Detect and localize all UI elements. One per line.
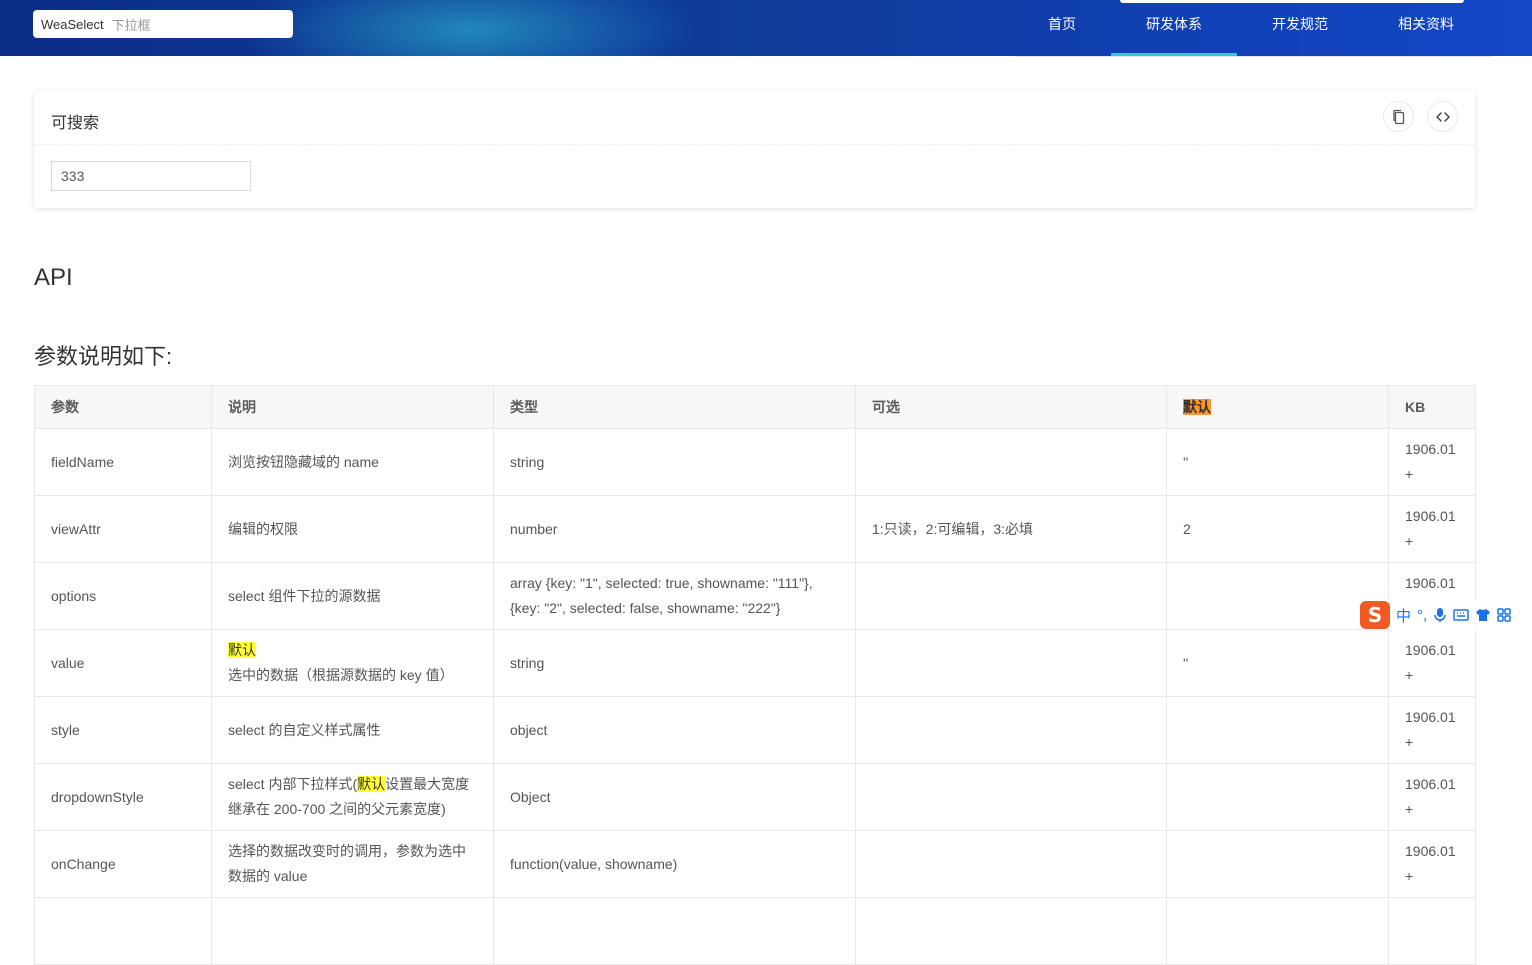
cell-desc: select 内部下拉样式(默认设置最大宽度继承在 200-700 之间的父元素…	[211, 763, 494, 831]
ime-language-toggle[interactable]: 中	[1396, 605, 1411, 626]
cell-type: Object	[493, 763, 856, 831]
cell-desc: select 的自定义样式属性	[211, 696, 494, 764]
cell-desc: 默认选中的数据（根据源数据的 key 值）	[211, 629, 494, 697]
cell-default	[1166, 763, 1389, 831]
cell-kb: 1906.01 +	[1388, 696, 1476, 764]
cell-param: fieldName	[34, 428, 212, 496]
table-row: onChange 选择的数据改变时的调用，参数为选中数据的 value func…	[34, 830, 1476, 898]
demo-divider	[34, 144, 1475, 145]
cell-type: function(value, showname)	[493, 830, 856, 898]
microphone-icon[interactable]	[1433, 607, 1447, 623]
cell-type: string	[493, 629, 856, 697]
cell-kb: 1906.01 +	[1388, 763, 1476, 831]
searchable-select[interactable]: 333	[51, 161, 251, 191]
keyboard-icon[interactable]	[1453, 608, 1469, 622]
cell-default: 2	[1166, 495, 1389, 563]
cell-options: 1:只读，2:可编辑，3:必填	[855, 495, 1167, 563]
cell-desc: 编辑的权限	[211, 495, 494, 563]
col-header-desc: 说明	[211, 385, 494, 429]
cell-default	[1166, 897, 1389, 965]
cell-options	[855, 696, 1167, 764]
cell-options	[855, 562, 1167, 630]
cell-param: dropdownStyle	[34, 763, 212, 831]
cell-type: array {key: "1", selected: true, shownam…	[493, 562, 856, 630]
show-code-button[interactable]	[1427, 101, 1458, 132]
cell-param: style	[34, 696, 212, 764]
cell-param: viewAttr	[34, 495, 212, 563]
cell-type: object	[493, 696, 856, 764]
sogou-logo-icon[interactable]: S	[1360, 601, 1390, 629]
cell-kb	[1388, 897, 1476, 965]
copy-icon	[1392, 109, 1404, 124]
cell-kb: 1906.01 +	[1388, 495, 1476, 563]
cell-options	[855, 428, 1167, 496]
search-highlight: 默认	[357, 776, 386, 792]
cell-desc: 浏览按钮隐藏域的 name	[211, 428, 494, 496]
cell-options	[855, 763, 1167, 831]
top-navigation-bar: WeaSelect 下拉框 首页 研发体系 开发规范 相关资料	[0, 0, 1532, 56]
col-header-param: 参数	[34, 385, 212, 429]
nav-item-resources[interactable]: 相关资料	[1376, 0, 1476, 56]
cell-desc	[211, 897, 494, 965]
col-header-type: 类型	[493, 385, 856, 429]
cell-type: number	[493, 495, 856, 563]
cell-kb: 1906.01 +	[1388, 428, 1476, 496]
cell-desc: 选择的数据改变时的调用，参数为选中数据的 value	[211, 830, 494, 898]
search-highlight: 默认	[1183, 399, 1211, 415]
table-row: options select 组件下拉的源数据 array {key: "1",…	[34, 562, 1476, 630]
cell-param	[34, 897, 212, 965]
cell-type	[493, 897, 856, 965]
cell-param: onChange	[34, 830, 212, 898]
params-heading: 参数说明如下:	[34, 344, 173, 369]
cell-default	[1166, 830, 1389, 898]
table-row: style select 的自定义样式属性 object 1906.01 +	[34, 696, 1476, 764]
col-header-kb: KB	[1388, 385, 1476, 429]
cell-options	[855, 830, 1167, 898]
nav-item-rd-system[interactable]: 研发体系	[1111, 0, 1237, 56]
cell-default	[1166, 696, 1389, 764]
punctuation-icon[interactable]: °,	[1417, 607, 1427, 624]
demo-card: 可搜索 333	[34, 91, 1475, 208]
col-header-options: 可选	[855, 385, 1167, 429]
cell-default	[1166, 562, 1389, 630]
api-table: 参数 说明 类型 可选 默认 KB fieldName 浏览按钮隐藏域的 nam…	[34, 385, 1476, 965]
search-placeholder: 下拉框	[111, 17, 151, 33]
cell-options	[855, 897, 1167, 965]
grid-icon[interactable]	[1497, 608, 1511, 622]
copy-code-button[interactable]	[1383, 101, 1414, 132]
table-row: fieldName 浏览按钮隐藏域的 name string '' 1906.0…	[34, 428, 1476, 496]
header-divider	[1015, 56, 1490, 57]
search-highlight: 默认	[228, 642, 256, 658]
table-row: value 默认选中的数据（根据源数据的 key 值） string '' 19…	[34, 629, 1476, 697]
cell-param: value	[34, 629, 212, 697]
global-search-input[interactable]: WeaSelect 下拉框	[33, 10, 293, 38]
cell-kb: 1906.01 +	[1388, 629, 1476, 697]
col-header-default: 默认	[1166, 385, 1389, 429]
cell-options	[855, 629, 1167, 697]
nav-item-home[interactable]: 首页	[1028, 0, 1096, 56]
table-header-row: 参数 说明 类型 可选 默认 KB	[34, 385, 1476, 429]
cell-param: options	[34, 562, 212, 630]
cell-kb: 1906.01 +	[1388, 830, 1476, 898]
code-icon	[1435, 111, 1450, 122]
cell-default: ''	[1166, 428, 1389, 496]
ime-toolbar[interactable]: S 中 °,	[1360, 600, 1532, 630]
demo-title: 可搜索	[51, 115, 100, 132]
nav-item-dev-standards[interactable]: 开发规范	[1250, 0, 1350, 56]
cell-default: ''	[1166, 629, 1389, 697]
skin-icon[interactable]	[1475, 608, 1491, 622]
cell-desc: select 组件下拉的源数据	[211, 562, 494, 630]
api-heading: API	[34, 264, 73, 291]
table-row: dropdownStyle select 内部下拉样式(默认设置最大宽度继承在 …	[34, 763, 1476, 831]
table-row: viewAttr 编辑的权限 number 1:只读，2:可编辑，3:必填 2 …	[34, 495, 1476, 563]
table-row	[34, 897, 1476, 965]
cell-type: string	[493, 428, 856, 496]
search-value: WeaSelect	[41, 16, 104, 32]
